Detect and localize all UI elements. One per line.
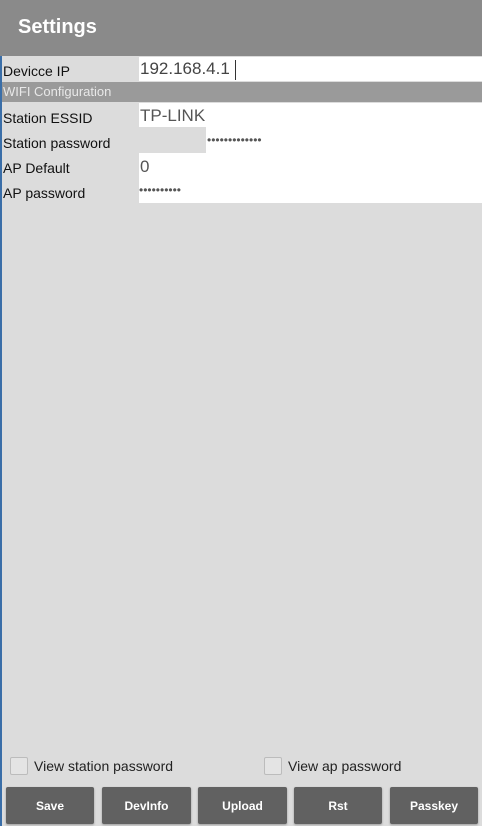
ap-password-field[interactable]: •••••••••• bbox=[139, 179, 482, 203]
station-password-value: ••••••••••••• bbox=[207, 133, 262, 147]
passkey-button[interactable]: Passkey bbox=[390, 787, 478, 824]
ap-default-value: 0 bbox=[140, 157, 150, 176]
view-ap-password-label[interactable]: View ap password bbox=[288, 758, 401, 774]
text-cursor bbox=[235, 60, 236, 80]
station-essid-label: Station ESSID bbox=[3, 110, 93, 126]
page-title: Settings bbox=[18, 16, 97, 38]
rst-button[interactable]: Rst bbox=[294, 787, 382, 824]
wifi-configuration-title: WIFI Configuration bbox=[3, 84, 112, 99]
device-ip-field[interactable]: 192.168.4.1 bbox=[139, 57, 482, 81]
ap-default-field[interactable]: 0 bbox=[139, 153, 482, 179]
window-edge bbox=[0, 0, 2, 826]
ap-password-value: •••••••••• bbox=[139, 183, 182, 197]
save-button[interactable]: Save bbox=[6, 787, 94, 824]
app-bar: Settings bbox=[0, 0, 482, 56]
view-station-password-checkbox[interactable] bbox=[10, 757, 28, 775]
upload-button[interactable]: Upload bbox=[198, 787, 287, 824]
station-essid-value: TP-LINK bbox=[140, 106, 206, 125]
view-station-password-label[interactable]: View station password bbox=[34, 758, 173, 774]
device-ip-value: 192.168.4.1 bbox=[140, 59, 230, 78]
view-ap-password-checkbox[interactable] bbox=[264, 757, 282, 775]
ap-password-label: AP password bbox=[3, 185, 86, 201]
station-password-label: Station password bbox=[3, 135, 111, 151]
device-ip-label: Devicce IP bbox=[3, 63, 70, 79]
station-essid-field[interactable]: TP-LINK bbox=[139, 103, 482, 127]
devinfo-button[interactable]: DevInfo bbox=[102, 787, 191, 824]
wifi-configuration-header: WIFI Configuration bbox=[2, 82, 482, 102]
station-password-field[interactable]: ••••••••••••• bbox=[206, 127, 482, 153]
ap-default-label: AP Default bbox=[3, 160, 70, 176]
